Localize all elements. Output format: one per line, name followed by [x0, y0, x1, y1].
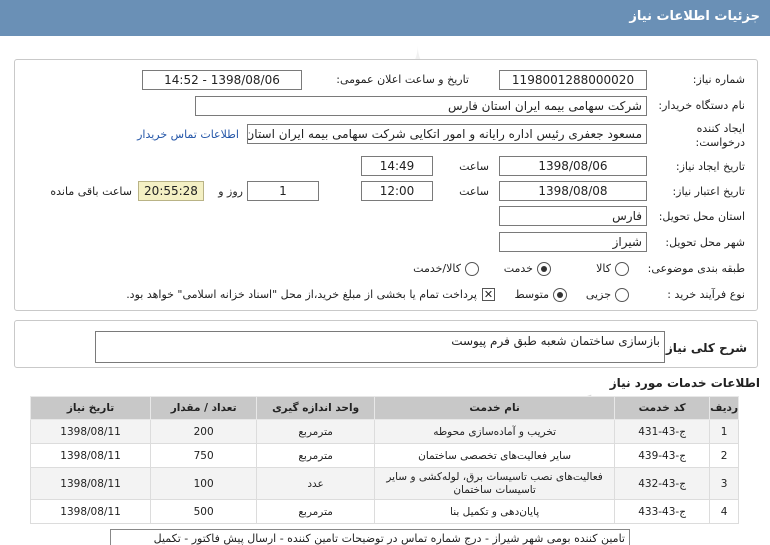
category-goods-service-label: کالا/خدمت — [413, 262, 461, 275]
validity-label: تاریخ اعتبار نیاز: — [672, 185, 745, 198]
col-qty: تعداد / مقدار — [150, 396, 258, 420]
created-date-field: 1398/08/06 — [499, 156, 647, 176]
process-minor-label: جزیی — [585, 288, 611, 301]
col-unit: واحد اندازه گیری — [256, 396, 376, 420]
row-date: 1398/08/11 — [29, 419, 152, 444]
table-header-row: ردیف کد خدمت نام خدمت واحد اندازه گیری ت… — [29, 396, 739, 420]
row-name-line-2: تاسیسات ساختمان — [453, 483, 536, 496]
row-index: 1 — [709, 419, 739, 444]
created-time-field: 14:49 — [361, 156, 433, 176]
requester-label-1: ایجاد کننده — [696, 122, 745, 135]
remaining-time-label: ساعت باقی مانده — [50, 185, 132, 198]
city-label: شهر محل تحویل: — [665, 236, 745, 249]
category-goods-radio[interactable] — [615, 262, 629, 276]
province-label: استان محل تحویل: — [658, 210, 745, 223]
created-label: تاریخ ایجاد نیاز: — [675, 160, 745, 173]
row-qty: 500 — [150, 499, 258, 524]
validity-days-field: 1 — [247, 181, 319, 201]
validity-days-label: روز و — [218, 185, 243, 198]
category-service-radio[interactable] — [537, 262, 551, 276]
category-goods-service-radio[interactable] — [465, 262, 479, 276]
page-title: جزئيات اطلاعات نیاز — [629, 9, 760, 24]
process-medium-radio[interactable] — [553, 288, 567, 302]
col-name: نام خدمت — [374, 396, 616, 420]
row-date: 1398/08/11 — [29, 467, 152, 500]
table-row: 3 ج-43-432 فعالیت‌های نصب تاسیسات برق، ل… — [29, 467, 739, 500]
table-row: 2 ج-43-439 سایر فعالیت‌های تخصصی ساختمان… — [29, 443, 739, 468]
validity-date-field: 1398/08/08 — [499, 181, 647, 201]
row-unit: مترمربع — [256, 443, 376, 468]
row-index: 2 — [709, 443, 739, 468]
city-field: شیراز — [499, 232, 647, 252]
announce-label: تاریخ و ساعت اعلان عمومی: — [336, 73, 469, 86]
category-goods-label: کالا — [596, 262, 611, 275]
col-index: ردیف — [709, 396, 739, 420]
description-panel: شرح کلی نیاز: بازسازی ساختمان شعبه طبق ف… — [14, 320, 758, 368]
remaining-time-field: 20:55:28 — [138, 181, 204, 201]
row-qty: 750 — [150, 443, 258, 468]
row-qty: 100 — [150, 467, 258, 500]
row-code: ج-43-433 — [614, 499, 711, 524]
table-row: 4 ج-43-433 پایان‌دهی و تکمیل بنا مترمربع… — [29, 499, 739, 524]
process-minor-radio[interactable] — [615, 288, 629, 302]
category-service-label: خدمت — [503, 262, 533, 275]
row-qty: 200 — [150, 419, 258, 444]
buyer-field: شرکت سهامی بیمه ایران استان فارس — [195, 96, 647, 116]
province-field: فارس — [499, 206, 647, 226]
row-index: 3 — [709, 467, 739, 500]
row-date: 1398/08/11 — [29, 499, 152, 524]
row-code: ج-43-439 — [614, 443, 711, 468]
row-code: ج-43-432 — [614, 467, 711, 500]
col-date: تاریخ نیاز — [29, 396, 152, 420]
need-number-field: 1198001288000020 — [499, 70, 647, 90]
col-code: کد خدمت — [614, 396, 711, 420]
row-unit: مترمربع — [256, 419, 376, 444]
row-unit: عدد — [256, 467, 376, 500]
process-label: نوع فرآیند خرید : — [667, 288, 745, 301]
row-name: فعالیت‌های نصب تاسیسات برق، لوله‌کشی و س… — [374, 467, 616, 500]
row-date: 1398/08/11 — [29, 443, 152, 468]
services-title: اطلاعات خدمات مورد نیاز — [609, 376, 760, 390]
row-name-line-1: فعالیت‌های نصب تاسیسات برق، لوله‌کشی و س… — [386, 470, 603, 483]
buyer-label: نام دستگاه خریدار: — [658, 99, 745, 112]
services-table: ردیف کد خدمت نام خدمت واحد اندازه گیری ت… — [29, 396, 739, 524]
row-code: ج-43-431 — [614, 419, 711, 444]
category-label: طبقه بندی موضوعی: — [647, 262, 745, 275]
treasury-checkbox[interactable]: ✕ — [482, 288, 495, 301]
requester-label-2: درخواست: — [695, 136, 745, 149]
requester-field: مسعود جعفری رئیس اداره رایانه و امور اتک… — [247, 124, 647, 144]
page-header: جزئيات اطلاعات نیاز — [0, 0, 770, 36]
description-label: شرح کلی نیاز: — [661, 341, 747, 355]
validity-time-field: 12:00 — [361, 181, 433, 201]
row-unit: مترمربع — [256, 499, 376, 524]
table-row: 1 ج-43-431 تخریب و آماده‌سازی محوطه مترم… — [29, 419, 739, 444]
buyer-contact-link[interactable]: اطلاعات تماس خریدار — [137, 128, 239, 141]
row-name: سایر فعالیت‌های تخصصی ساختمان — [374, 443, 616, 468]
details-panel: شماره نیاز: 1198001288000020 تاریخ و ساع… — [14, 59, 758, 311]
announce-field: 1398/08/06 - 14:52 — [142, 70, 302, 90]
process-medium-label: متوسط — [514, 288, 549, 301]
treasury-note: پرداخت تمام یا بخشی از مبلغ خرید،از محل … — [126, 288, 477, 301]
validity-time-label: ساعت — [459, 185, 489, 198]
row-index: 4 — [709, 499, 739, 524]
created-time-label: ساعت — [459, 160, 489, 173]
row-name: پایان‌دهی و تکمیل بنا — [374, 499, 616, 524]
buyer-notes-field: تامین کننده بومی شهر شیراز - درج شماره ت… — [110, 529, 630, 545]
description-field: بازسازی ساختمان شعبه طبق فرم پیوست — [95, 331, 665, 363]
row-name: تخریب و آماده‌سازی محوطه — [374, 419, 616, 444]
need-number-label: شماره نیاز: — [692, 73, 745, 86]
